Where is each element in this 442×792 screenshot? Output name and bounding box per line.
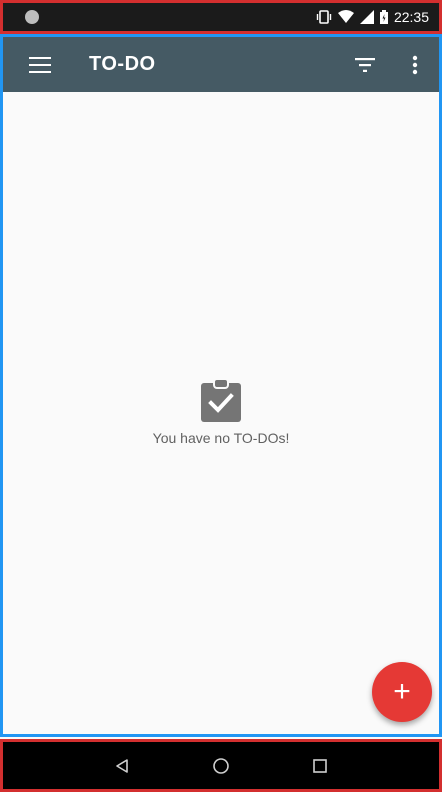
notification-dot-icon [25, 10, 39, 24]
status-time: 22:35 [393, 9, 429, 25]
status-bar: 22:35 [0, 0, 442, 34]
empty-message: You have no TO-DOs! [152, 430, 290, 446]
home-button[interactable] [206, 751, 236, 781]
wifi-icon [337, 10, 354, 23]
signal-icon [359, 10, 374, 24]
navigation-bar [0, 739, 442, 792]
add-todo-button[interactable]: + [372, 662, 432, 722]
empty-state: You have no TO-DOs! [3, 378, 439, 446]
page-title: TO-DO [89, 53, 156, 75]
battery-icon [379, 10, 388, 24]
home-icon [213, 757, 229, 774]
back-icon [116, 758, 129, 773]
todo-list-area: You have no TO-DOs! [0, 92, 442, 737]
more-vert-icon [412, 55, 418, 74]
clipboard-check-icon [201, 378, 241, 422]
hamburger-icon[interactable] [29, 56, 51, 73]
recents-button[interactable] [305, 751, 335, 781]
more-options-button[interactable] [401, 51, 429, 79]
filter-button[interactable] [351, 51, 379, 79]
add-icon: + [393, 675, 411, 708]
filter-icon [355, 57, 375, 72]
recents-icon [312, 758, 327, 773]
vibrate-icon [316, 10, 332, 24]
app-bar: TO-DO [0, 34, 442, 92]
app-screen: 22:35 TO-DO You have no TO-DOs! + [0, 0, 442, 792]
back-button[interactable] [107, 751, 137, 781]
